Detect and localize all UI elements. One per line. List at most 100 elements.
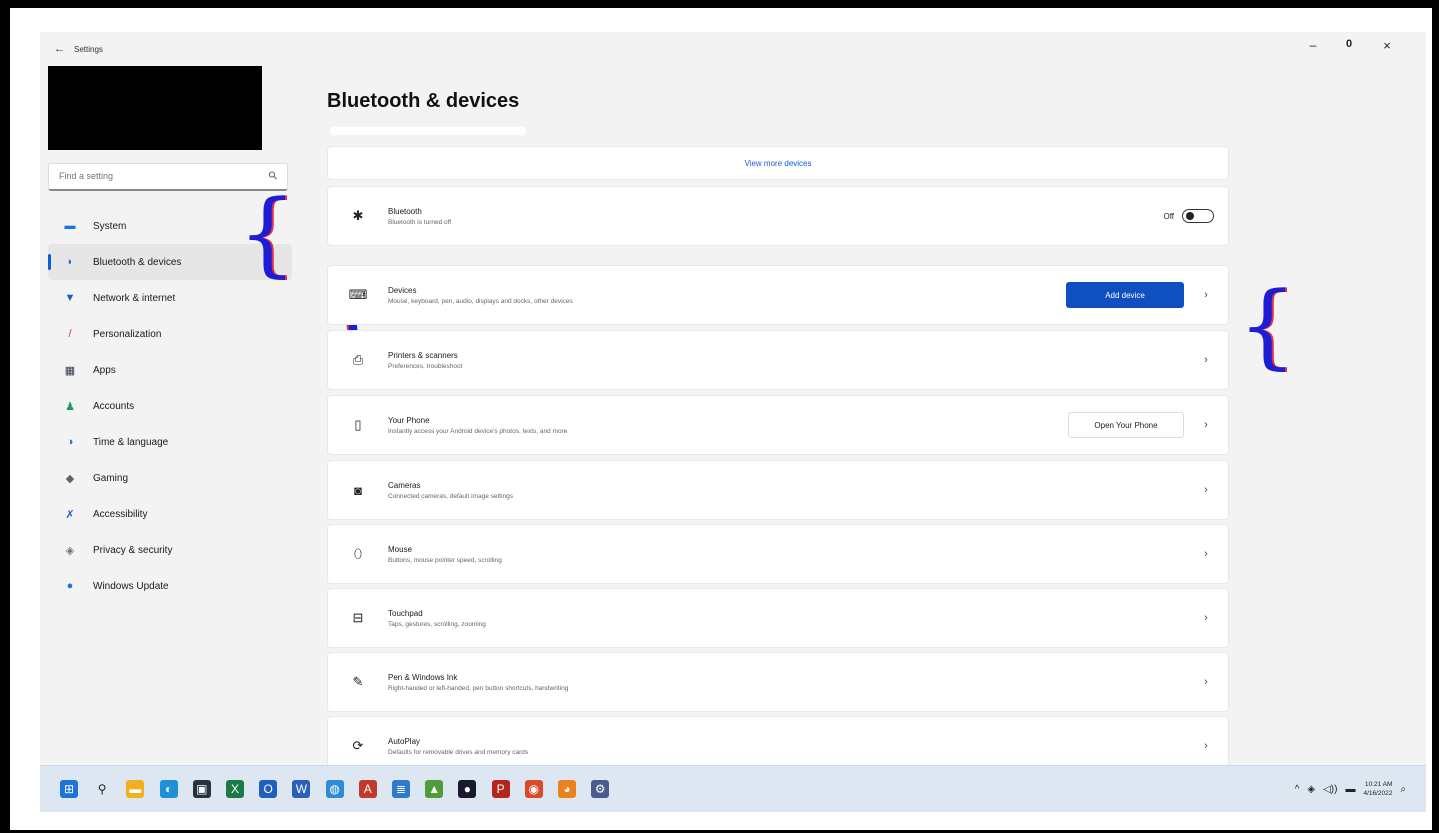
sidebar-item-personalization[interactable]: / Personalization <box>48 316 292 352</box>
apps-icon: ▦ <box>64 364 76 377</box>
devices-subtitle: Mouse, keyboard, pen, audio, displays an… <box>388 297 573 305</box>
shield-icon: ◈ <box>65 544 75 557</box>
update-icon: ● <box>66 580 74 592</box>
search-input[interactable] <box>59 164 259 188</box>
taskbar-search-icon[interactable]: ⚲ <box>93 780 112 798</box>
view-more-devices-link[interactable]: View more devices <box>327 146 1229 180</box>
chevron-right-icon[interactable]: › <box>1184 419 1228 431</box>
mouse-row[interactable]: ⬯ Mouse Buttons, mouse pointer speed, scro… <box>327 524 1229 584</box>
chevron-right-icon[interactable]: › <box>1184 740 1228 752</box>
taskbar-edge-icon[interactable]: ◐ <box>159 780 178 798</box>
volume-icon[interactable]: ◁)) <box>1323 784 1337 795</box>
taskbar-outlook-icon[interactable]: O <box>259 780 278 798</box>
printers-subtitle: Preferences, troubleshoot <box>388 362 463 370</box>
clock-time: 10:21 AM <box>1364 781 1393 788</box>
notification-icon[interactable]: ⌕ <box>1400 784 1406 795</box>
phone-action-button[interactable]: Open Your Phone <box>1068 412 1184 438</box>
sidebar-item-privacy-security[interactable]: ◈ Privacy & security <box>48 532 292 568</box>
sidebar-item-accessibility[interactable]: ✗ Accessibility <box>48 496 292 532</box>
sidebar-item-accounts[interactable]: ♟ Accounts <box>48 388 292 424</box>
accounts-icon: ♟ <box>65 400 75 413</box>
chevron-right-icon[interactable]: › <box>1184 548 1228 560</box>
phone-subtitle: Instantly access your Android device's p… <box>388 427 568 435</box>
bluetooth-toggle[interactable] <box>1182 209 1214 223</box>
brace-annotation-right: { <box>1238 272 1297 379</box>
bluetooth-card: ✱ Bluetooth Bluetooth is turned off Off <box>327 186 1229 246</box>
sidebar-item-label: Accounts <box>93 400 135 412</box>
page-title: Bluetooth & devices <box>327 90 520 112</box>
touchpad-title: Touchpad <box>388 608 423 618</box>
sidebar-item-time-language[interactable]: ◑ Time & language <box>48 424 292 460</box>
clock[interactable]: 10:21 AM 4/16/2022 <box>1363 780 1392 798</box>
chevron-right-icon[interactable]: › <box>1184 354 1228 366</box>
chevron-right-icon[interactable]: › <box>1184 676 1228 688</box>
printers-title: Printers & scanners <box>388 350 458 360</box>
taskbar-photos-icon[interactable]: ▲ <box>425 780 444 798</box>
sidebar-item-label: Apps <box>93 364 116 376</box>
taskbar-globe-icon[interactable]: ◍ <box>325 780 344 798</box>
taskbar-word-icon[interactable]: W <box>292 780 311 798</box>
pen-subtitle: Right-handed or left-handed, pen button … <box>388 684 569 692</box>
system-tray: ^ ◈ ◁)) ▬ 10:21 AM 4/16/2022 ⌕ <box>1287 780 1406 798</box>
bluetooth-icon: ✱ <box>352 208 364 223</box>
mouse-icon: ⬯ <box>353 546 363 561</box>
clock-date: 4/16/2022 <box>1363 790 1393 797</box>
taskbar-chrome-icon[interactable]: ◉ <box>524 780 543 798</box>
taskbar-settings-gear-icon[interactable]: ⚙ <box>591 780 610 798</box>
bluetooth-subtitle: Bluetooth is turned off <box>388 218 452 226</box>
taskbar-excel-icon[interactable]: X <box>226 780 244 798</box>
minimize-icon[interactable]: – <box>1302 38 1324 52</box>
sidebar-item-label: Gaming <box>93 472 129 484</box>
touchpad-row[interactable]: ⊟ Touchpad Taps, gestures, scrolling, zoom… <box>327 588 1229 648</box>
bluetooth-title: Bluetooth <box>388 206 422 216</box>
taskbar-media-icon[interactable]: ● <box>458 780 477 798</box>
sidebar-item-label: Bluetooth & devices <box>93 256 182 268</box>
phone-row[interactable]: ▯ Your Phone Instantly access your Android… <box>327 395 1229 455</box>
tray-chevron-icon[interactable]: ^ <box>1295 784 1300 795</box>
screenshot-frame: ← Settings – 0 × ⚲ ▬ System ◗ Bluetooth & d… <box>10 8 1432 830</box>
devices-row[interactable]: ⌨ Devices Mouse, keyboard, pen, audio, dis… <box>327 265 1229 325</box>
chevron-right-icon[interactable]: › <box>1184 289 1228 301</box>
chevron-right-icon[interactable]: › <box>1184 612 1228 624</box>
time-language-icon: ◑ <box>66 436 74 448</box>
brace-annotation-left-1: { <box>238 180 297 287</box>
gaming-icon: ◆ <box>65 472 75 485</box>
sidebar-item-label: Windows Update <box>93 580 169 592</box>
sidebar-item-label: Privacy & security <box>93 544 173 556</box>
devices-action-button[interactable]: Add device <box>1066 282 1184 308</box>
sidebar-item-label: Network & internet <box>93 292 176 304</box>
taskbar: ^ ◈ ◁)) ▬ 10:21 AM 4/16/2022 ⌕ ⊞ ⚲ ▬ ◐ ▣ X O W ◍… <box>40 765 1426 812</box>
camera-icon: ◙ <box>354 482 362 498</box>
maximize-icon[interactable]: 0 <box>1338 38 1360 50</box>
sidebar-item-apps[interactable]: ▦ Apps <box>48 352 292 388</box>
sidebar-item-gaming[interactable]: ◆ Gaming <box>48 460 292 496</box>
phone-title: Your Phone <box>388 415 430 425</box>
back-arrow-icon[interactable]: ← <box>54 43 65 55</box>
close-icon[interactable]: × <box>1376 38 1398 53</box>
cameras-row[interactable]: ◙ Cameras Connected cameras, default image… <box>327 460 1229 520</box>
printers-row[interactable]: ⎙ Printers & scanners Preferences, trouble… <box>327 330 1229 390</box>
touchpad-subtitle: Taps, gestures, scrolling, zooming <box>388 620 486 628</box>
taskbar-acrobat-icon[interactable]: A <box>358 780 377 798</box>
wifi-icon[interactable]: ◈ <box>1307 784 1315 795</box>
taskbar-firefox-icon[interactable]: ◕ <box>558 780 576 798</box>
taskbar-store-icon[interactable]: ▣ <box>192 780 211 798</box>
bluetooth-state-label: Off <box>1163 211 1174 221</box>
devices-title: Devices <box>388 285 417 295</box>
taskbar-pdf-icon[interactable]: P <box>491 780 510 798</box>
pen-row[interactable]: ✎ Pen & Windows Ink Right-handed or left-h… <box>327 652 1229 712</box>
sidebar-item-windows-update[interactable]: ● Windows Update <box>48 568 292 604</box>
taskbar-notes-icon[interactable]: ≣ <box>392 780 410 798</box>
cameras-title: Cameras <box>388 480 421 490</box>
bluetooth-icon: ◗ <box>66 256 74 268</box>
taskbar-file-explorer-icon[interactable]: ▬ <box>126 780 145 798</box>
network-icon: ▼ <box>64 292 76 304</box>
sidebar-item-label: Accessibility <box>93 508 148 520</box>
taskbar-start-icon[interactable]: ⊞ <box>60 780 78 798</box>
pen-icon: ✎ <box>352 674 364 689</box>
scrolled-card-edge <box>330 127 526 135</box>
chevron-right-icon[interactable]: › <box>1184 484 1228 496</box>
phone-icon: ▯ <box>354 417 362 432</box>
autoplay-icon: ⟳ <box>352 738 364 753</box>
battery-icon[interactable]: ▬ <box>1345 784 1355 795</box>
